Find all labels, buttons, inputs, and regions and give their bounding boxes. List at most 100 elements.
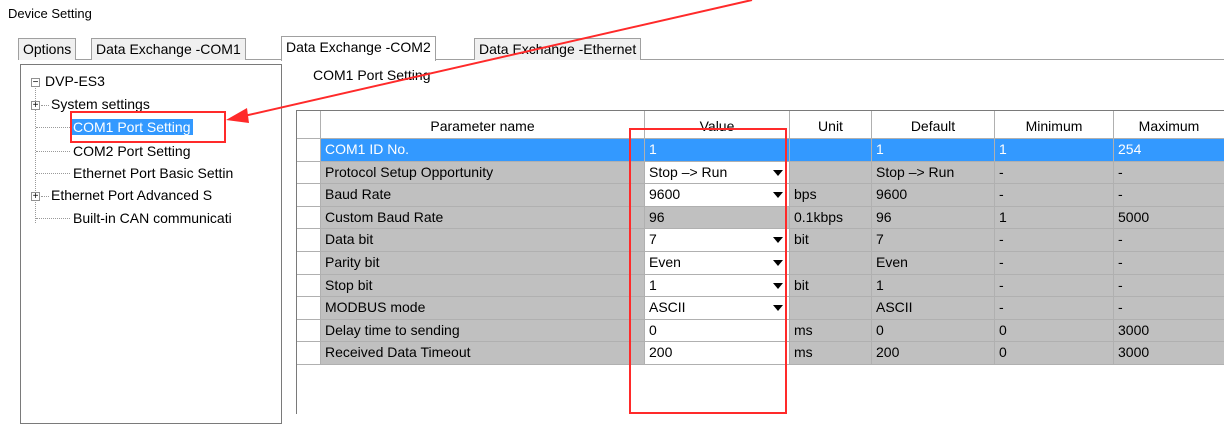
row-gutter <box>297 252 321 275</box>
cell-text: 9600 <box>876 186 908 203</box>
tab-bar: Options Data Exchange -COM1 Data Exchang… <box>18 36 1224 61</box>
dropdown-arrow-icon[interactable] <box>773 305 783 312</box>
cell-default: 96 <box>872 206 995 230</box>
cell-value: 1 <box>645 139 790 162</box>
header-unit[interactable]: Unit <box>790 111 872 139</box>
row-gutter <box>297 161 321 185</box>
cell-max: - <box>1114 161 1224 185</box>
cell-text: Even <box>876 254 908 270</box>
cell-value[interactable]: 7 <box>645 229 790 252</box>
cell-text: 0.1kbps <box>794 208 844 225</box>
row-gutter <box>297 206 321 230</box>
cell-value[interactable]: Even <box>645 252 790 275</box>
cell-max: 254 <box>1114 139 1224 162</box>
cell-text: - <box>1118 276 1123 293</box>
parameter-grid: Parameter name Value Unit Default Minimu… <box>296 110 1224 414</box>
header-parameter-name[interactable]: Parameter name <box>321 111 645 139</box>
cell-text: 1 <box>999 141 1007 157</box>
cell-value[interactable]: Stop –> Run <box>645 161 790 185</box>
cell-text: bps <box>794 186 817 203</box>
tree-branch <box>36 218 70 219</box>
cell-unit <box>790 252 872 275</box>
cell-default: 1 <box>872 139 995 162</box>
tree-item-built-in-can[interactable]: Built-in CAN communicati <box>73 207 232 229</box>
expand-icon[interactable]: + <box>31 101 40 111</box>
dropdown-arrow-icon[interactable] <box>773 282 783 289</box>
device-tree: − DVP-ES3 + System settings COM1 Port Se… <box>20 64 282 424</box>
cell-value[interactable]: ASCII <box>645 297 790 320</box>
cell-text: - <box>999 254 1004 270</box>
cell-text: 3000 <box>1118 321 1150 338</box>
dropdown-arrow-icon[interactable] <box>773 169 783 176</box>
cell-text: ms <box>794 344 813 361</box>
dropdown-arrow-icon[interactable] <box>773 192 783 199</box>
tree-branch <box>36 127 70 128</box>
cell-max: - <box>1114 297 1224 320</box>
header-value[interactable]: Value <box>645 111 790 139</box>
cell-unit: ms <box>790 342 872 365</box>
cell-text: 200 <box>649 344 673 361</box>
dropdown-arrow-icon[interactable] <box>773 260 783 266</box>
cell-value[interactable]: 9600 <box>645 184 790 207</box>
cell-text: 0 <box>876 321 884 338</box>
cell-max: 3000 <box>1114 319 1224 343</box>
cell-default: Stop –> Run <box>872 161 995 185</box>
cell-name: Stop bit <box>321 274 645 298</box>
cell-text: 1 <box>649 276 657 293</box>
cell-value[interactable]: 0 <box>645 319 790 343</box>
row-gutter <box>297 297 321 320</box>
cell-value[interactable]: 1 <box>645 274 790 298</box>
cell-text: 5000 <box>1118 208 1150 225</box>
row-gutter <box>297 274 321 298</box>
cell-default: 1 <box>872 274 995 298</box>
dropdown-arrow-icon[interactable] <box>773 237 783 244</box>
cell-unit <box>790 161 872 185</box>
cell-text: Custom Baud Rate <box>325 208 444 225</box>
header-default[interactable]: Default <box>872 111 995 139</box>
cell-name: MODBUS mode <box>321 297 645 320</box>
cell-name: COM1 ID No. <box>321 139 645 162</box>
cell-min: 1 <box>995 139 1114 162</box>
cell-text: 0 <box>999 344 1007 361</box>
cell-max: 5000 <box>1114 206 1224 230</box>
cell-text: 96 <box>876 208 892 225</box>
cell-text: 1 <box>999 208 1007 225</box>
cell-max: - <box>1114 252 1224 275</box>
cell-min: - <box>995 184 1114 207</box>
cell-text: Even <box>649 254 681 270</box>
cell-text: ASCII <box>649 299 686 316</box>
tab-options[interactable]: Options <box>18 38 77 60</box>
cell-text: - <box>999 186 1004 203</box>
tab-data-exchange-com1[interactable]: Data Exchange -COM1 <box>91 38 246 60</box>
cell-text: Protocol Setup Opportunity <box>325 163 494 180</box>
cell-text: Stop –> Run <box>876 163 955 180</box>
header-maximum[interactable]: Maximum <box>1114 111 1224 139</box>
cell-text: bit <box>794 276 809 293</box>
tree-item-ethernet-advanced[interactable]: Ethernet Port Advanced S <box>51 184 212 206</box>
cell-min: 0 <box>995 319 1114 343</box>
cell-unit: ms <box>790 319 872 343</box>
tab-data-exchange-com2[interactable]: Data Exchange -COM2 <box>281 36 436 61</box>
header-minimum[interactable]: Minimum <box>995 111 1114 139</box>
cell-max: - <box>1114 184 1224 207</box>
tree-item-com2-port-setting[interactable]: COM2 Port Setting <box>73 140 191 162</box>
tree-item-label: COM1 Port Setting <box>71 119 193 135</box>
cell-name: Received Data Timeout <box>321 342 645 365</box>
cell-text: Stop bit <box>325 276 373 293</box>
cell-text: Received Data Timeout <box>325 344 471 361</box>
tree-root-dvp-es3[interactable]: DVP-ES3 <box>45 70 105 92</box>
cell-min: - <box>995 252 1114 275</box>
expand-icon[interactable]: + <box>31 192 40 202</box>
tree-item-system-settings[interactable]: System settings <box>51 93 150 115</box>
cell-text: - <box>999 299 1004 316</box>
cell-name: Protocol Setup Opportunity <box>321 161 645 185</box>
collapse-icon[interactable]: − <box>31 78 40 88</box>
tab-data-exchange-ethernet[interactable]: Data Exchange -Ethernet <box>474 38 642 60</box>
cell-max: - <box>1114 274 1224 298</box>
tree-item-ethernet-basic[interactable]: Ethernet Port Basic Settin <box>73 162 233 184</box>
cell-default: ASCII <box>872 297 995 320</box>
tree-item-com1-port-setting[interactable]: COM1 Port Setting <box>71 116 193 138</box>
cell-value[interactable]: 200 <box>645 342 790 365</box>
cell-text: 7 <box>649 231 657 248</box>
cell-name: Data bit <box>321 229 645 252</box>
